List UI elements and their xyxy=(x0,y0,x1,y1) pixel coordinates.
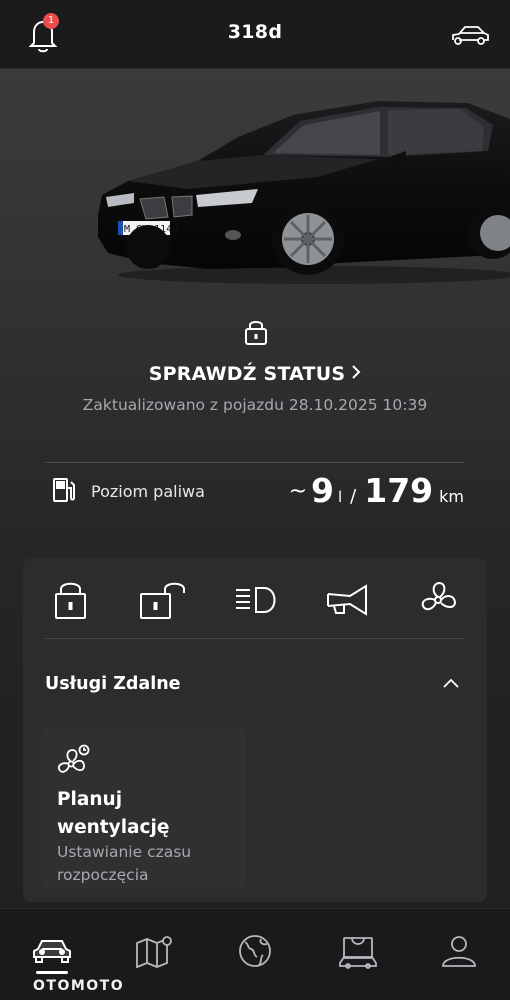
remote-control-panel: Usługi Zdalne Planuj wentylację Ustawian… xyxy=(23,558,487,902)
bottom-navigation: OTOMOTO xyxy=(0,908,510,1000)
chevron-up-icon[interactable] xyxy=(442,677,460,689)
vehicle-image: M CV 1144 xyxy=(98,101,510,284)
schedule-ventilation-card[interactable]: Planuj wentylację Ustawianie czasu rozpo… xyxy=(41,728,246,888)
fuel-liters-unit: l xyxy=(338,488,343,506)
range-km: 179 xyxy=(364,471,434,510)
fuel-liters: 9 xyxy=(311,471,334,510)
lock-status-icon xyxy=(245,321,267,345)
card-subtitle: Ustawianie czasu rozpoczęcia xyxy=(57,843,192,884)
unlock-icon[interactable] xyxy=(137,580,187,620)
vehicle-switch-icon[interactable] xyxy=(450,22,490,48)
range-unit: km xyxy=(439,487,464,506)
check-status-link[interactable]: SPRAWDŹ STATUS xyxy=(0,363,510,385)
fuel-range: ~9 l / 179 km xyxy=(289,471,464,510)
headlight-icon[interactable] xyxy=(234,580,278,620)
watermark-logo: OTOMOTO xyxy=(33,978,125,994)
last-updated-text: Zaktualizowano z pojazdu 28.10.2025 10:3… xyxy=(82,396,428,414)
app-header: 1 318d xyxy=(0,0,510,69)
fan-timer-icon xyxy=(58,744,90,773)
fuel-level-label: Poziom paliwa xyxy=(91,482,205,501)
fan-icon[interactable] xyxy=(419,580,457,620)
fuel-pump-icon xyxy=(53,478,75,502)
car-icon[interactable] xyxy=(30,933,74,969)
check-status-label: SPRAWDŹ STATUS xyxy=(148,363,346,385)
lock-icon[interactable] xyxy=(52,580,90,620)
vehicle-title: 318d xyxy=(227,21,283,43)
globe-icon[interactable] xyxy=(233,933,277,969)
map-icon[interactable] xyxy=(133,933,177,969)
divider xyxy=(45,462,465,463)
active-tab-indicator xyxy=(36,971,68,974)
vehicle-status-area: M CV 1144 SPRAWDŹ STATUS Zaktualizowano … xyxy=(0,69,510,909)
approx-sign: ~ xyxy=(288,479,308,504)
shop-icon[interactable] xyxy=(336,933,380,969)
range-separator: / xyxy=(350,486,357,507)
remote-services-title: Usługi Zdalne xyxy=(45,674,181,694)
chevron-right-icon xyxy=(352,365,361,379)
divider xyxy=(45,638,465,639)
card-title: Planuj wentylację xyxy=(57,789,170,838)
horn-icon[interactable] xyxy=(326,580,370,620)
profile-icon[interactable] xyxy=(437,933,481,969)
